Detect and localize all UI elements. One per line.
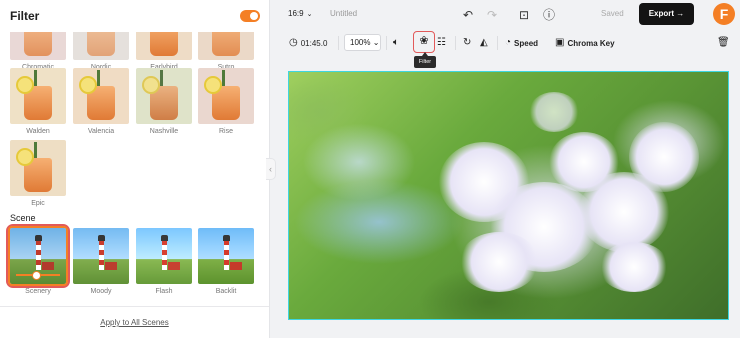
filter-tile[interactable]: Nashville (136, 68, 192, 135)
collapse-panel-handle[interactable]: ‹ (266, 158, 276, 180)
arrow-right-icon: → (676, 9, 685, 18)
filter-tooltip: Filter (414, 52, 436, 68)
intensity-slider[interactable] (16, 271, 60, 280)
rotate-icon[interactable]: ↻ (463, 36, 471, 50)
filter-thumbnail (10, 68, 66, 124)
chroma-key-icon: ▣ (555, 37, 565, 48)
filter-thumbnail (10, 32, 66, 60)
scene-tile[interactable]: Moody (73, 228, 129, 295)
speed-button[interactable]: ◔ Speed (505, 36, 538, 50)
filter-tile[interactable]: Nordic (73, 32, 129, 71)
scene-label: Moody (90, 288, 112, 295)
aspect-ratio-select[interactable]: 16:9 ⌄ (288, 9, 312, 18)
flip-icon[interactable]: ◭ (480, 36, 488, 50)
filter-tile[interactable]: Sutro (198, 32, 254, 71)
redo-icon[interactable]: ↷ (484, 7, 500, 23)
scene-thumbnail (73, 228, 129, 284)
scene-thumbnail (136, 228, 192, 284)
speedometer-icon: ◔ (505, 37, 512, 48)
export-button[interactable]: Export → (639, 3, 694, 25)
filter-tile[interactable]: Earlybird (136, 32, 192, 71)
filter-grid: Chromatic Nordic Earlybird Sutro Walden … (0, 32, 269, 210)
filter-tile[interactable]: Walden (10, 68, 66, 135)
volume-icon[interactable]: 🔈︎ (393, 36, 399, 50)
scene-thumbnail-wrap (6, 224, 70, 288)
scene-label: Scenery (25, 288, 51, 295)
scene-section-title: Scene (10, 213, 36, 223)
undo-icon[interactable]: ↶ (460, 7, 476, 23)
panel-divider (0, 306, 269, 307)
filter-label: Rise (218, 128, 233, 135)
screenshot-icon[interactable]: ⊡ (516, 7, 532, 23)
filter-tile[interactable]: Rise (198, 68, 254, 135)
chroma-key-button[interactable]: ▣ Chroma Key (555, 36, 615, 50)
filter-thumbnail (198, 32, 254, 60)
scene-thumbnail (198, 228, 254, 284)
save-status: Saved (601, 9, 624, 18)
apply-to-all-scenes-link[interactable]: Apply to All Scenes (0, 318, 269, 327)
duration-display: ◷ 01:45.0 (289, 37, 328, 48)
clock-icon: ◷ (289, 37, 298, 48)
scene-label: Flash (155, 288, 173, 295)
filter-label: Valencia (87, 128, 115, 135)
project-title[interactable]: Untitled (330, 9, 357, 18)
filter-tile[interactable]: Valencia (73, 68, 129, 135)
scene-tile-selected[interactable]: Scenery (6, 224, 70, 295)
video-preview-canvas[interactable] (288, 71, 729, 320)
panel-title: Filter (10, 9, 40, 23)
filter-tile[interactable]: Epic (10, 140, 66, 207)
chevron-down-icon: ⌄ (372, 38, 380, 47)
scene-label: Backlit (215, 288, 237, 295)
filter-label: Epic (31, 200, 45, 207)
filter-thumbnail (198, 68, 254, 124)
adjust-icon[interactable]: ☷ (437, 36, 446, 50)
filter-icon: ❀ (419, 35, 429, 47)
delete-icon[interactable]: 🗑︎ (717, 36, 730, 50)
filter-button[interactable]: ❀ (413, 31, 435, 53)
filter-thumbnail (136, 68, 192, 124)
chevron-left-icon: ‹ (269, 164, 272, 174)
filter-label: Nashville (149, 128, 179, 135)
scene-tile[interactable]: Flash (136, 228, 192, 295)
filter-toggle[interactable] (240, 10, 260, 22)
filter-label: Walden (26, 128, 50, 135)
top-bar: 16:9 ⌄ Untitled ↶ ↷ ⊡ ⓘ Saved Export → F (270, 0, 740, 30)
filter-panel-header: Filter (0, 0, 269, 32)
filter-tile[interactable]: Chromatic (10, 32, 66, 71)
zoom-select[interactable]: 100% ⌄ (344, 34, 381, 51)
filter-thumbnail (73, 68, 129, 124)
filter-thumbnail (10, 140, 66, 196)
filter-panel: Filter Chromatic Nordic Earlybird Sutro … (0, 0, 270, 338)
filter-thumbnail (73, 32, 129, 60)
app-logo: F (713, 3, 735, 25)
filter-thumbnail (136, 32, 192, 60)
scene-thumbnail (8, 226, 68, 286)
edit-toolbar: ◷ 01:45.0 100% ⌄ 🔈︎ ❀ ☷ ↻ ◭ ◔ Speed ▣ Chrom… (283, 31, 735, 55)
help-icon[interactable]: ⓘ (541, 7, 557, 23)
chevron-down-icon: ⌄ (306, 11, 313, 18)
scene-tile[interactable]: Backlit (198, 228, 254, 295)
